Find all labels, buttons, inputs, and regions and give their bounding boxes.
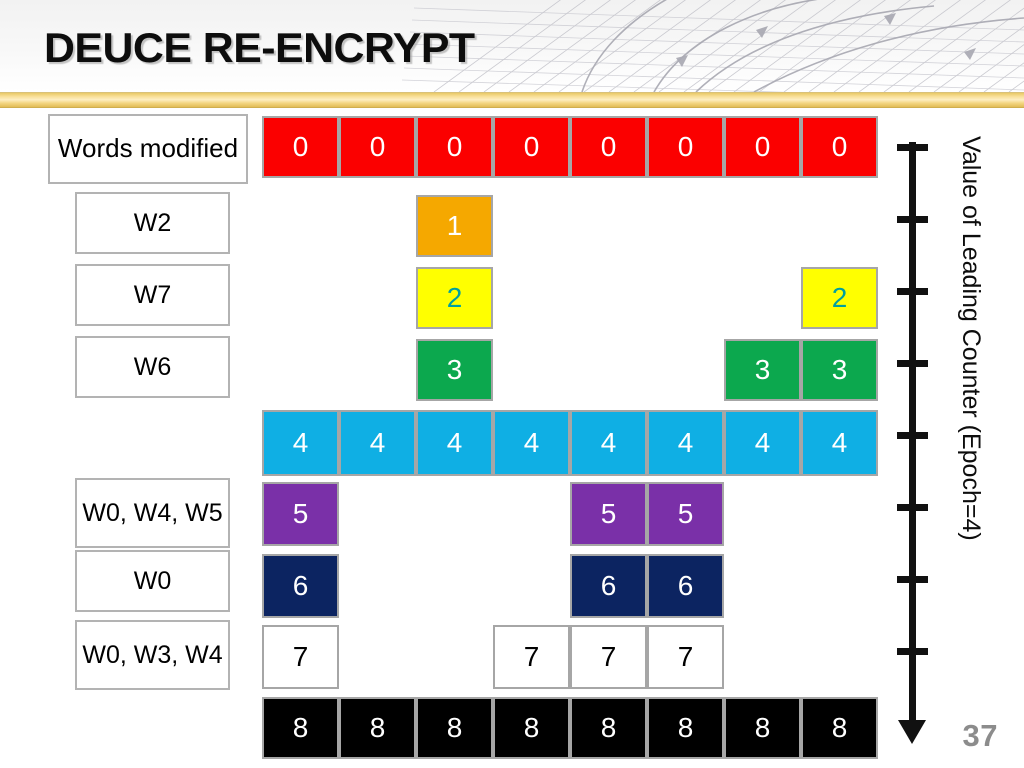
counter-cell: 7: [570, 625, 647, 689]
counter-cell: 8: [801, 697, 878, 759]
counter-cell: 4: [801, 410, 878, 476]
counter-cell: 1: [416, 195, 493, 257]
counter-cell: 4: [570, 410, 647, 476]
word-label-box: W2: [75, 192, 230, 254]
counter-cell: 0: [724, 116, 801, 178]
counter-cell: 6: [262, 554, 339, 618]
counter-cell: 4: [493, 410, 570, 476]
counter-cell: 0: [416, 116, 493, 178]
counter-cell: 2: [801, 267, 878, 329]
counter-cell: 3: [416, 339, 493, 401]
counter-cell: 4: [416, 410, 493, 476]
word-label-box: W6: [75, 336, 230, 398]
axis-tick: [897, 504, 928, 511]
axis-tick: [897, 648, 928, 655]
counter-cell: 5: [262, 482, 339, 546]
axis-tick: [897, 360, 928, 367]
counter-cell: 8: [416, 697, 493, 759]
word-label-box: Words modified: [48, 114, 248, 184]
counter-cell: 4: [339, 410, 416, 476]
word-label-box: W7: [75, 264, 230, 326]
counter-cell: 8: [647, 697, 724, 759]
counter-cell: 8: [570, 697, 647, 759]
counter-cell: 0: [262, 116, 339, 178]
slide-header: DEUCE RE-ENCRYPT: [0, 0, 1024, 92]
diagram-stage: Words modified W2 W7 W6 W0, W4, W5 W0 W0, W3, …: [0, 106, 1024, 768]
counter-cell: 6: [647, 554, 724, 618]
counter-cell: 0: [493, 116, 570, 178]
axis-tick: [897, 432, 928, 439]
counter-cell: 0: [647, 116, 724, 178]
counter-cell: 0: [570, 116, 647, 178]
counter-cell: 6: [570, 554, 647, 618]
axis-tick: [897, 576, 928, 583]
word-label-box: W0, W3, W4: [75, 620, 230, 690]
axis-tick: [897, 288, 928, 295]
counter-cell: 8: [339, 697, 416, 759]
counter-cell: 3: [801, 339, 878, 401]
counter-cell: 5: [647, 482, 724, 546]
counter-cell: 7: [647, 625, 724, 689]
counter-cell: 3: [724, 339, 801, 401]
counter-cell: 0: [339, 116, 416, 178]
counter-cell: 2: [416, 267, 493, 329]
page-title: DEUCE RE-ENCRYPT: [44, 24, 475, 71]
counter-cell: 4: [724, 410, 801, 476]
counter-cell: 8: [724, 697, 801, 759]
word-label-box: W0: [75, 550, 230, 612]
counter-cell: 4: [647, 410, 724, 476]
counter-cell: 8: [493, 697, 570, 759]
counter-cell: 4: [262, 410, 339, 476]
word-label-box: W0, W4, W5: [75, 478, 230, 548]
counter-cell: 8: [262, 697, 339, 759]
axis-tick: [897, 216, 928, 223]
axis-arrowhead-down-icon: [898, 720, 926, 744]
counter-cell: 5: [570, 482, 647, 546]
slide-number: 37: [962, 718, 998, 753]
counter-cell: 7: [262, 625, 339, 689]
counter-cell: 0: [801, 116, 878, 178]
axis-caption: Value of Leading Counter (Epoch=4): [957, 136, 985, 541]
counter-cell: 7: [493, 625, 570, 689]
axis-tick: [897, 144, 928, 151]
